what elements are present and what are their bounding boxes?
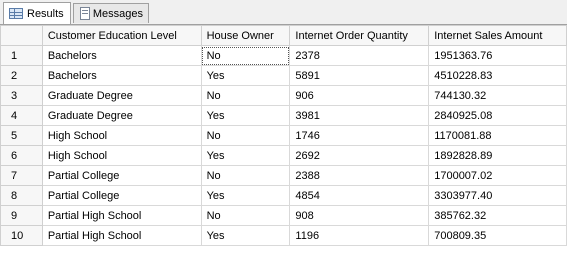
table-row[interactable]: 5 High School No 1746 1170081.88: [0, 125, 567, 146]
cell-house-owner[interactable]: Yes: [200, 65, 291, 86]
cell-education[interactable]: Partial College: [41, 165, 202, 186]
cell-order-quantity[interactable]: 2378: [289, 45, 430, 66]
cell-order-quantity[interactable]: 908: [289, 205, 430, 226]
row-number-header[interactable]: [0, 25, 43, 46]
cell-order-quantity[interactable]: 5891: [289, 65, 430, 86]
table-row[interactable]: 1 Bachelors No 2378 1951363.76: [0, 45, 567, 66]
cell-sales-amount[interactable]: 744130.32: [428, 85, 567, 106]
cell-education[interactable]: High School: [41, 125, 202, 146]
cell-sales-amount[interactable]: 1892828.89: [428, 145, 567, 166]
table-row[interactable]: 8 Partial College Yes 4854 3303977.40: [0, 185, 567, 206]
row-number[interactable]: 1: [0, 45, 43, 66]
tab-messages-label: Messages: [92, 7, 143, 20]
row-number[interactable]: 2: [0, 65, 43, 86]
cell-education[interactable]: Partial High School: [41, 205, 202, 226]
cell-education[interactable]: Bachelors: [41, 45, 202, 66]
cell-sales-amount[interactable]: 3303977.40: [428, 185, 567, 206]
row-number[interactable]: 3: [0, 85, 43, 106]
row-number[interactable]: 8: [0, 185, 43, 206]
cell-education[interactable]: Graduate Degree: [41, 105, 202, 126]
table-row[interactable]: 9 Partial High School No 908 385762.32: [0, 205, 567, 226]
table-row[interactable]: 2 Bachelors Yes 5891 4510228.83: [0, 65, 567, 86]
cell-house-owner[interactable]: No: [200, 45, 291, 66]
cell-order-quantity[interactable]: 2692: [289, 145, 430, 166]
cell-house-owner[interactable]: Yes: [200, 145, 291, 166]
cell-sales-amount[interactable]: 385762.32: [428, 205, 567, 226]
cell-education[interactable]: Partial College: [41, 185, 202, 206]
cell-education[interactable]: Graduate Degree: [41, 85, 202, 106]
cell-education[interactable]: Partial High School: [41, 225, 202, 246]
header-row: Customer Education Level House Owner Int…: [0, 25, 567, 46]
column-header-education[interactable]: Customer Education Level: [41, 25, 202, 46]
row-number[interactable]: 6: [0, 145, 43, 166]
table-row[interactable]: 10 Partial High School Yes 1196 700809.35: [0, 225, 567, 246]
cell-education[interactable]: Bachelors: [41, 65, 202, 86]
row-number[interactable]: 9: [0, 205, 43, 226]
cell-order-quantity[interactable]: 3981: [289, 105, 430, 126]
row-number[interactable]: 10: [0, 225, 43, 246]
cell-sales-amount[interactable]: 1170081.88: [428, 125, 567, 146]
cell-sales-amount[interactable]: 4510228.83: [428, 65, 567, 86]
cell-sales-amount[interactable]: 1700007.02: [428, 165, 567, 186]
tab-messages[interactable]: Messages: [73, 3, 149, 23]
table-row[interactable]: 7 Partial College No 2388 1700007.02: [0, 165, 567, 186]
cell-house-owner[interactable]: No: [200, 85, 291, 106]
cell-house-owner[interactable]: No: [200, 205, 291, 226]
cell-education[interactable]: High School: [41, 145, 202, 166]
tab-results[interactable]: Results: [3, 2, 71, 24]
column-header-sales-amount[interactable]: Internet Sales Amount: [428, 25, 567, 46]
results-tabstrip: Results Messages: [0, 0, 567, 25]
cell-order-quantity[interactable]: 906: [289, 85, 430, 106]
column-header-order-quantity[interactable]: Internet Order Quantity: [289, 25, 430, 46]
cell-order-quantity[interactable]: 1196: [289, 225, 430, 246]
column-header-house-owner[interactable]: House Owner: [200, 25, 291, 46]
table-row[interactable]: 6 High School Yes 2692 1892828.89: [0, 145, 567, 166]
cell-sales-amount[interactable]: 700809.35: [428, 225, 567, 246]
results-grid: Customer Education Level House Owner Int…: [0, 25, 567, 246]
cell-order-quantity[interactable]: 4854: [289, 185, 430, 206]
row-number[interactable]: 4: [0, 105, 43, 126]
tab-results-label: Results: [27, 7, 64, 20]
row-number[interactable]: 7: [0, 165, 43, 186]
cell-house-owner[interactable]: Yes: [200, 185, 291, 206]
grid-icon: [9, 8, 23, 19]
cell-sales-amount[interactable]: 2840925.08: [428, 105, 567, 126]
table-row[interactable]: 3 Graduate Degree No 906 744130.32: [0, 85, 567, 106]
table-row[interactable]: 4 Graduate Degree Yes 3981 2840925.08: [0, 105, 567, 126]
cell-order-quantity[interactable]: 1746: [289, 125, 430, 146]
cell-sales-amount[interactable]: 1951363.76: [428, 45, 567, 66]
cell-house-owner[interactable]: Yes: [200, 225, 291, 246]
cell-order-quantity[interactable]: 2388: [289, 165, 430, 186]
cell-house-owner[interactable]: Yes: [200, 105, 291, 126]
cell-house-owner[interactable]: No: [200, 125, 291, 146]
document-icon: [79, 6, 90, 21]
cell-house-owner[interactable]: No: [200, 165, 291, 186]
row-number[interactable]: 5: [0, 125, 43, 146]
